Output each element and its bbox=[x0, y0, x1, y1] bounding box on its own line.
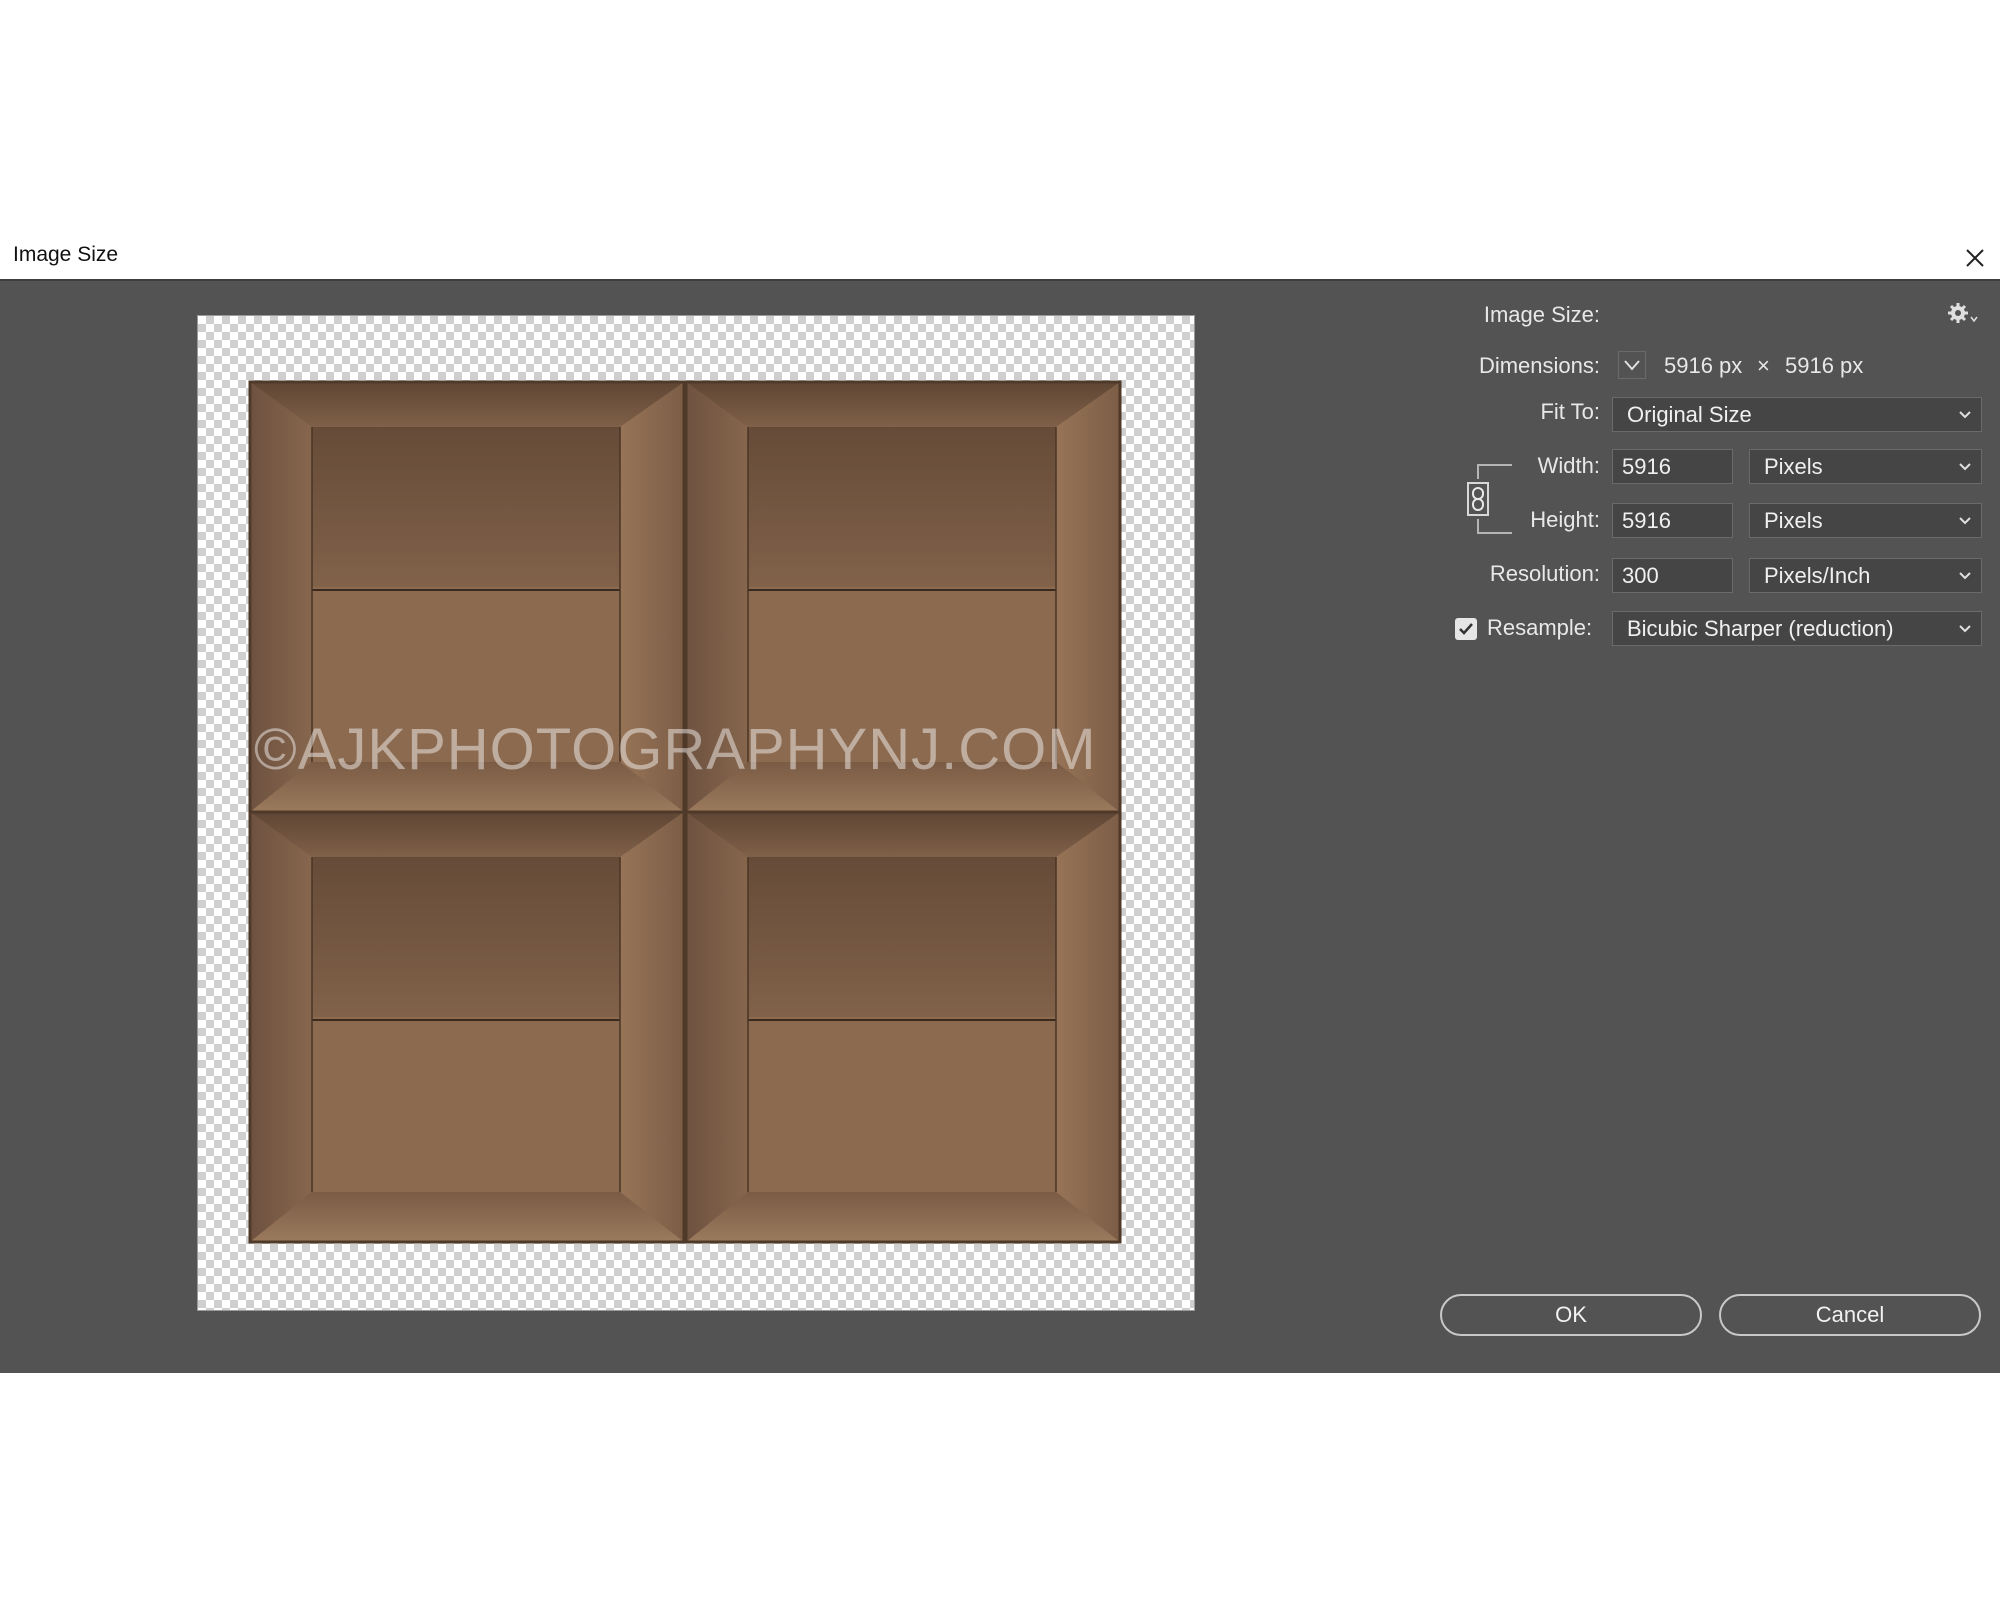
width-unit-value: Pixels bbox=[1764, 454, 1823, 479]
dimensions-height-value: 5916 px bbox=[1785, 353, 1864, 378]
dimensions-width-value: 5916 px bbox=[1664, 353, 1743, 378]
width-label: Width: bbox=[1537, 453, 1600, 478]
resample-label: Resample: bbox=[1487, 615, 1593, 640]
chevron-down-icon bbox=[1959, 572, 1971, 580]
image-preview[interactable]: ©AJKPHOTOGRAPHYNJ.COM bbox=[197, 315, 1195, 1311]
resolution-unit-value: Pixels/Inch bbox=[1764, 563, 1871, 588]
fit-to-select[interactable]: Original Size bbox=[1612, 397, 1982, 432]
dimensions-times-sign: × bbox=[1757, 353, 1770, 378]
resample-method-select[interactable]: Bicubic Sharper (reduction) bbox=[1612, 611, 1982, 646]
chevron-down-icon bbox=[1959, 463, 1971, 471]
fit-to-label: Fit To: bbox=[1540, 399, 1600, 424]
width-unit-select[interactable]: Pixels bbox=[1749, 449, 1982, 484]
resample-checkbox[interactable] bbox=[1455, 618, 1477, 640]
chevron-down-icon bbox=[1959, 411, 1971, 419]
settings-gear-button[interactable] bbox=[1946, 301, 1980, 327]
dimensions-label: Dimensions: bbox=[1478, 353, 1600, 378]
cancel-button[interactable]: Cancel bbox=[1719, 1294, 1981, 1336]
image-size-label: Image Size: bbox=[1483, 302, 1600, 327]
chevron-down-icon bbox=[1959, 625, 1971, 633]
gear-icon bbox=[1948, 303, 1978, 323]
fit-to-value: Original Size bbox=[1627, 402, 1752, 427]
cardboard-boxes-image bbox=[248, 380, 1122, 1244]
close-button[interactable] bbox=[1958, 241, 1992, 275]
page-footer bbox=[0, 1373, 2000, 1600]
dimensions-units-toggle[interactable] bbox=[1618, 351, 1646, 379]
ok-button[interactable]: OK bbox=[1440, 1294, 1702, 1336]
resample-method-value: Bicubic Sharper (reduction) bbox=[1627, 616, 1894, 641]
resolution-label: Resolution: bbox=[1489, 561, 1600, 586]
resolution-input[interactable]: 300 bbox=[1612, 558, 1733, 593]
dialog-title: Image Size bbox=[13, 243, 119, 266]
height-input[interactable]: 5916 bbox=[1612, 503, 1733, 538]
watermark-text: ©AJKPHOTOGRAPHYNJ.COM bbox=[254, 717, 1097, 782]
chevron-down-icon bbox=[1959, 517, 1971, 525]
height-unit-value: Pixels bbox=[1764, 508, 1823, 533]
chevron-down-icon bbox=[1624, 360, 1640, 371]
height-label: Height: bbox=[1530, 507, 1600, 532]
title-bar: Image Size bbox=[0, 237, 2000, 281]
image-size-dialog: ©AJKPHOTOGRAPHYNJ.COM Image Size: Dimens… bbox=[0, 281, 2000, 1373]
resolution-unit-select[interactable]: Pixels/Inch bbox=[1749, 558, 1982, 593]
width-input[interactable]: 5916 bbox=[1612, 449, 1733, 484]
checkbox-checked-icon bbox=[1459, 623, 1473, 635]
height-unit-select[interactable]: Pixels bbox=[1749, 503, 1982, 538]
close-icon bbox=[1966, 249, 1984, 267]
